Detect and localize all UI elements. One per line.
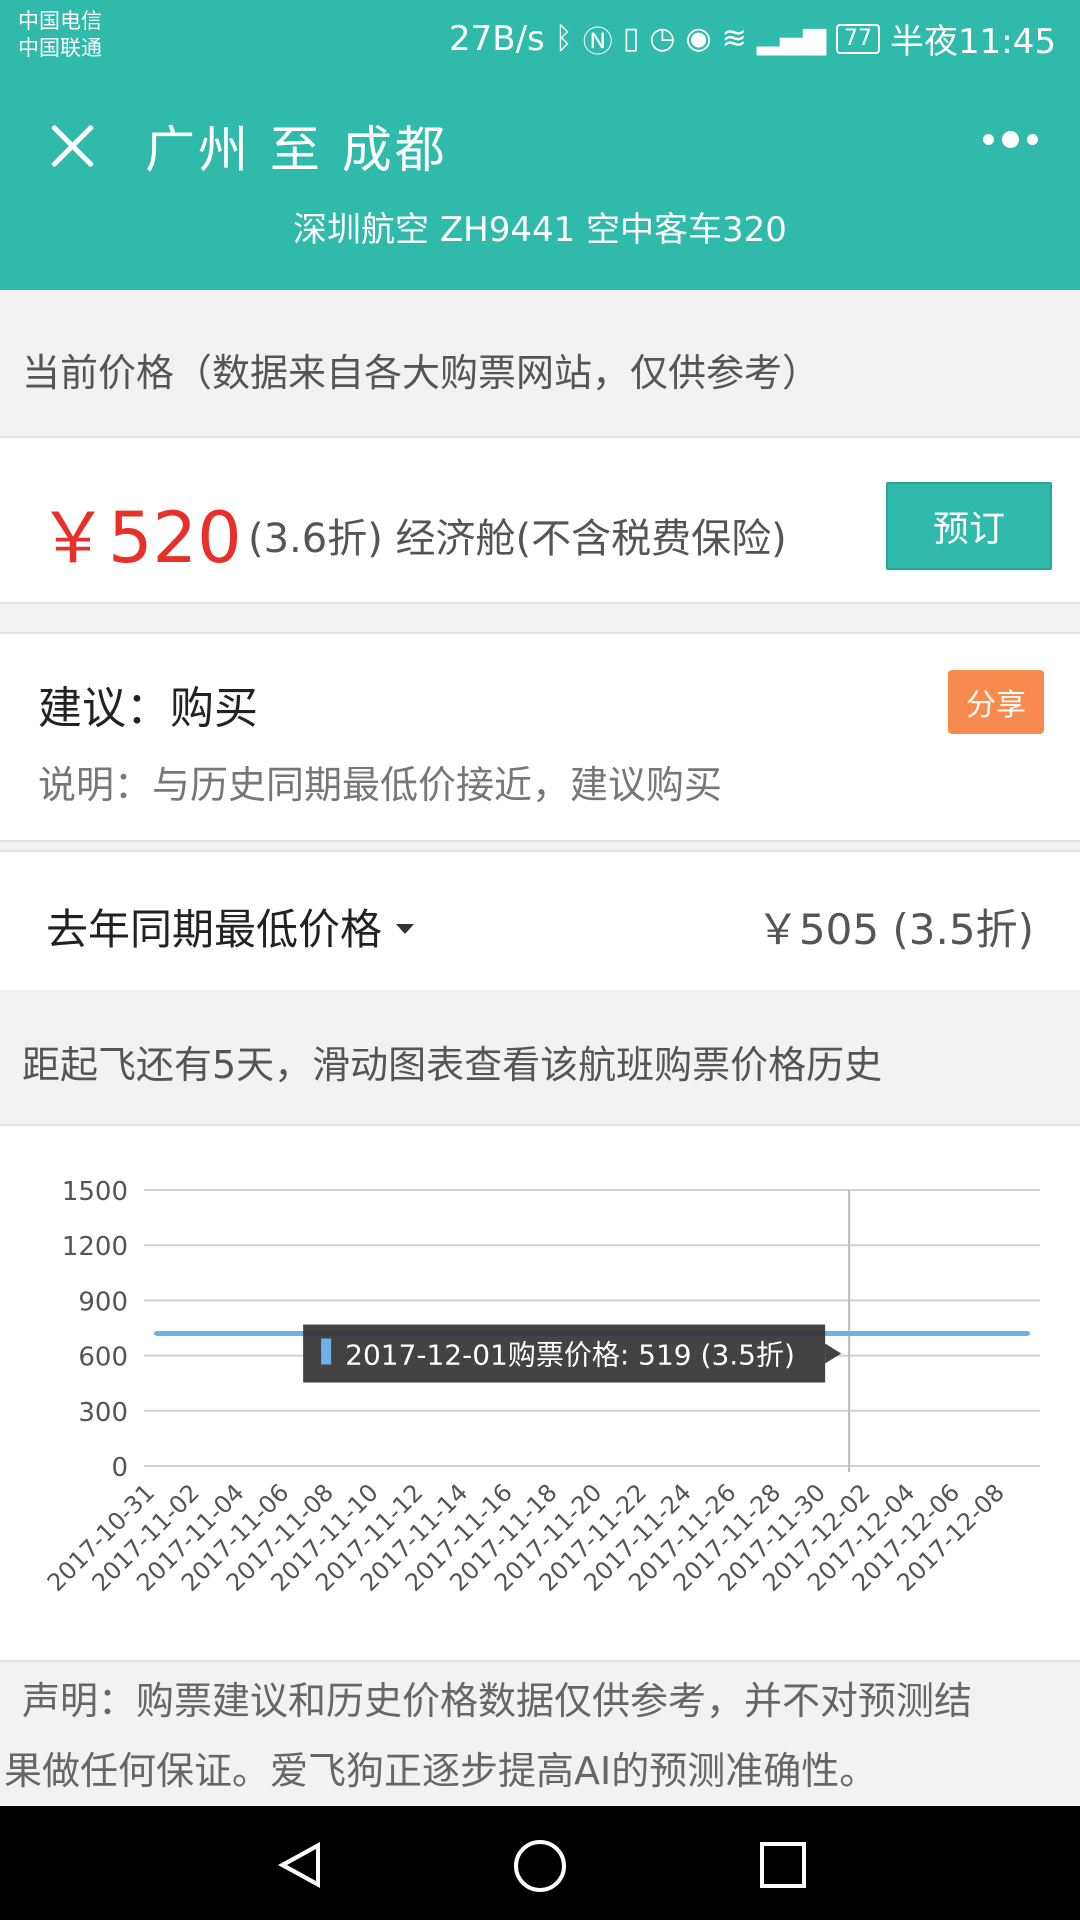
flight-subtitle: 深圳航空 ZH9441 空中客车320 xyxy=(293,210,787,250)
history-price: ￥505 (3.5折) xyxy=(756,905,1034,954)
price-history-chart[interactable]: 1500 1200 900 600 300 0 2017-10-31 2017-11-02 20… xyxy=(0,1124,1080,1662)
price-description: (3.6折) 经济舱(不含税费保险) xyxy=(248,516,787,562)
disclaimer: 声明：购票建议和历史价格数据仅供参考，并不对预测结 果做任何保证。爱飞狗正逐步提… xyxy=(0,1660,1080,1808)
carrier-2: 中国联通 xyxy=(18,36,102,60)
carrier-info: 中国电信 中国联通 xyxy=(18,8,102,62)
data-point xyxy=(1003,1331,1008,1336)
caret-down-icon xyxy=(396,923,415,934)
eye-icon: ◉ xyxy=(685,21,712,56)
alarm-icon: ◷ xyxy=(649,21,676,56)
y-tick-label: 600 xyxy=(78,1343,128,1373)
recent-apps-icon[interactable] xyxy=(760,1842,806,1888)
history-dropdown-label: 去年同期最低价格 xyxy=(46,905,383,954)
chart-hint-text: 距起飞还有5天，滑动图表查看该航班购票价格历史 xyxy=(22,1043,883,1087)
data-point xyxy=(265,1331,270,1336)
data-point xyxy=(288,1331,293,1336)
history-card: 去年同期最低价格 ￥505 (3.5折) xyxy=(0,850,1080,992)
battery-icon: 77 xyxy=(836,23,881,54)
page-title: 广州 至 成都 xyxy=(145,121,448,179)
share-button[interactable]: 分享 xyxy=(948,670,1044,734)
nfc-icon: Ⓝ xyxy=(582,24,613,60)
data-point xyxy=(243,1331,248,1336)
carrier-1: 中国电信 xyxy=(18,9,102,33)
network-speed: 27B/s xyxy=(449,18,545,59)
status-bar: 中国电信 中国联通 27B/s ᛒ Ⓝ ▯ ◷ ◉ ≋ ▂▄▆ 77 半夜11:… xyxy=(0,0,1080,76)
data-point xyxy=(869,1331,874,1336)
data-point xyxy=(847,1331,852,1336)
data-point xyxy=(1026,1331,1030,1336)
data-point xyxy=(198,1331,203,1336)
advice-card: 建议：购买 说明：与历史同期最低价接近，建议购买 分享 xyxy=(0,632,1080,842)
home-icon[interactable] xyxy=(514,1840,566,1892)
vibrate-icon: ▯ xyxy=(622,21,640,56)
data-point xyxy=(936,1331,941,1336)
data-point xyxy=(154,1331,158,1336)
data-point xyxy=(824,1331,829,1336)
data-point xyxy=(958,1331,963,1336)
disclaimer-line1: 声明：购票建议和历史价格数据仅供参考，并不对预测结 xyxy=(22,1679,973,1723)
y-tick-label: 1200 xyxy=(62,1232,128,1262)
y-tick-label: 1500 xyxy=(62,1177,128,1207)
wifi-icon: ≋ xyxy=(721,21,747,56)
system-nav-bar xyxy=(0,1806,1080,1920)
tooltip-legend-marker xyxy=(321,1338,332,1365)
price-value: ￥520 xyxy=(38,497,242,579)
price-card: ￥520 (3.6折) 经济舱(不含税费保险) 预订 xyxy=(0,436,1080,604)
data-point xyxy=(914,1331,919,1336)
y-tick-label: 900 xyxy=(78,1287,128,1317)
data-point xyxy=(891,1331,896,1336)
signal-icon: ▂▄▆ xyxy=(756,21,827,56)
disclaimer-line2: 果做任何保证。爱飞狗正逐步提高AI的预测准确性。 xyxy=(4,1749,878,1793)
chart-svg[interactable]: 1500120090060030002017-10-312017-11-0220… xyxy=(0,1126,1080,1662)
bluetooth-icon: ᛒ xyxy=(554,21,573,56)
tooltip-text: 2017-12-01购票价格: 519 (3.5折) xyxy=(345,1339,795,1372)
advice-explanation: 说明：与历史同期最低价接近，建议购买 xyxy=(38,763,723,807)
close-icon[interactable] xyxy=(42,116,102,176)
back-icon[interactable] xyxy=(278,1842,320,1888)
y-tick-label: 0 xyxy=(111,1453,128,1483)
data-point xyxy=(981,1331,986,1336)
data-point xyxy=(221,1331,226,1336)
status-icons: 27B/s ᛒ Ⓝ ▯ ◷ ◉ ≋ ▂▄▆ 77 半夜11:45 xyxy=(449,14,1056,63)
history-dropdown[interactable]: 去年同期最低价格 xyxy=(46,896,415,957)
chart-hint-header: 距起飞还有5天，滑动图表查看该航班购票价格历史 xyxy=(0,990,1080,1124)
clock: 半夜11:45 xyxy=(890,22,1056,62)
advice-title: 建议：购买 xyxy=(38,683,258,734)
more-menu-icon[interactable] xyxy=(983,131,1038,148)
current-price-header-text: 当前价格（数据来自各大购票网站，仅供参考） xyxy=(22,351,821,395)
book-button[interactable]: 预订 xyxy=(886,482,1052,570)
current-price-header: 当前价格（数据来自各大购票网站，仅供参考） xyxy=(0,290,1080,436)
title-bar: 广州 至 成都 深圳航空 ZH9441 空中客车320 xyxy=(0,76,1080,290)
tooltip-arrow xyxy=(825,1343,842,1364)
y-tick-label: 300 xyxy=(78,1398,128,1428)
data-point xyxy=(176,1331,181,1336)
